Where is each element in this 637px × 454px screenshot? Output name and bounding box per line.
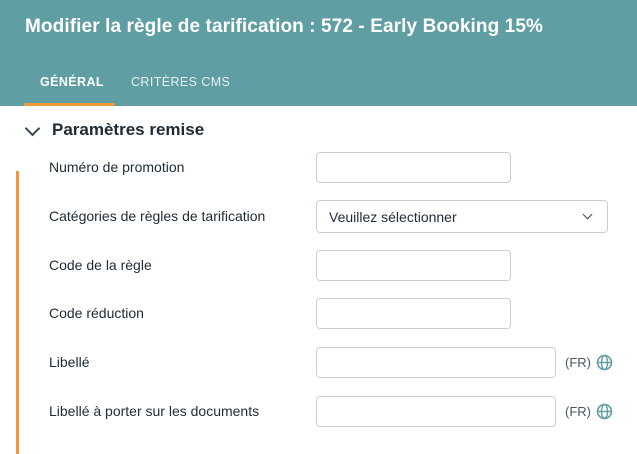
active-tab-indicator: [24, 103, 115, 106]
label-libelle: Libellé: [49, 354, 90, 370]
section-accent-bar: [16, 171, 19, 454]
label-code-regle: Code de la règle: [49, 257, 152, 273]
tab-general[interactable]: GÉNÉRAL: [40, 75, 104, 89]
dialog-title: Modifier la règle de tarification : 572 …: [25, 16, 543, 37]
chevron-down-icon: [582, 209, 593, 220]
label-categories-regles: Catégories de règles de tarification: [49, 208, 266, 224]
label-code-reduction: Code réduction: [49, 305, 144, 321]
section-title: Paramètres remise: [52, 120, 205, 139]
label-libelle-documents: Libellé à porter sur les documents: [49, 403, 260, 419]
globe-icon[interactable]: [596, 354, 613, 371]
libelle-documents-input[interactable]: [316, 396, 556, 427]
numero-promotion-input[interactable]: [316, 152, 511, 183]
libelle-documents-lang-code: (FR): [565, 404, 591, 419]
label-numero-promotion: Numéro de promotion: [49, 159, 185, 175]
chevron-down-icon: [24, 120, 41, 136]
globe-icon[interactable]: [596, 403, 613, 420]
tab-criteres-cms[interactable]: CRITÈRES CMS: [131, 75, 230, 89]
libelle-lang-code: (FR): [565, 355, 591, 370]
libelle-input[interactable]: [316, 347, 556, 378]
dialog-header: Modifier la règle de tarification : 572 …: [0, 0, 637, 106]
categories-regles-select[interactable]: Veuillez sélectionner: [316, 200, 608, 233]
section-toggle-parametres-remise[interactable]: Paramètres remise: [24, 120, 204, 140]
categories-regles-selected: Veuillez sélectionner: [329, 208, 457, 225]
code-reduction-input[interactable]: [316, 298, 511, 329]
code-regle-input[interactable]: [316, 250, 511, 281]
